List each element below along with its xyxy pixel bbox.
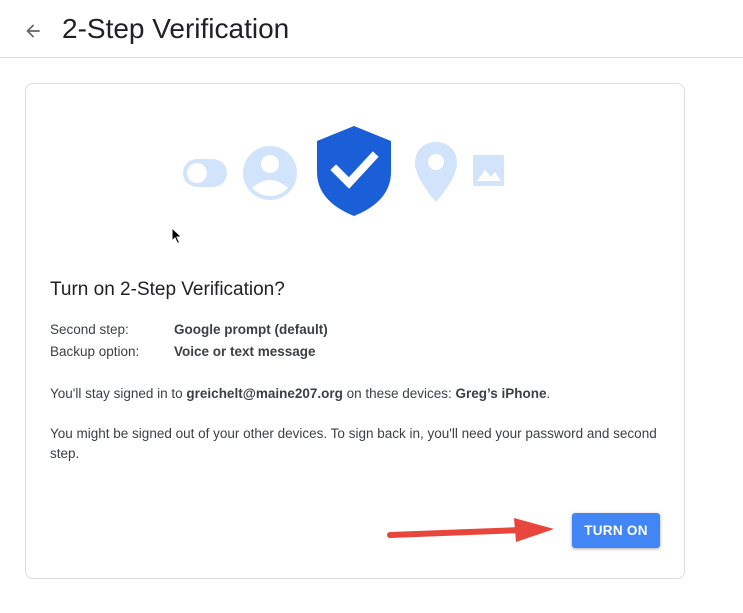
detail-value: Voice or text message [174, 344, 316, 359]
page-header: 2-Step Verification [0, 0, 743, 58]
detail-label: Backup option: [50, 344, 140, 359]
detail-row-second-step: Second step: Google prompt (default) [50, 322, 328, 337]
signed-in-middle: on these devices: [342, 386, 456, 401]
back-button[interactable] [18, 16, 48, 46]
account-circle-icon [243, 146, 297, 200]
toggle-icon [183, 159, 227, 187]
detail-label: Second step: [50, 322, 129, 337]
signed-in-suffix: . [546, 386, 551, 401]
device-name: Greg’s iPhone [455, 386, 547, 401]
card-heading: Turn on 2-Step Verification? [50, 279, 285, 300]
verification-card: Turn on 2-Step Verification? Second step… [25, 83, 685, 579]
account-email: greichelt@maine207.org [186, 386, 343, 401]
turn-on-button[interactable]: TURN ON [572, 513, 660, 548]
page-title: 2-Step Verification [62, 13, 290, 44]
detail-row-backup-option: Backup option: Voice or text message [50, 344, 316, 359]
red-arrow-annotation [387, 518, 554, 542]
back-arrow-icon [26, 24, 40, 38]
signed-in-note: You'll stay signed in to greichelt@maine… [50, 384, 660, 404]
signed-in-prefix: You'll stay signed in to [50, 386, 187, 401]
detail-value: Google prompt (default) [174, 322, 328, 337]
shield-check-icon [317, 126, 391, 216]
illustration [183, 126, 504, 216]
image-icon [473, 155, 504, 186]
mouse-cursor-icon [171, 227, 183, 245]
signout-note: You might be signed out of your other de… [50, 426, 657, 461]
location-pin-icon [415, 142, 457, 202]
